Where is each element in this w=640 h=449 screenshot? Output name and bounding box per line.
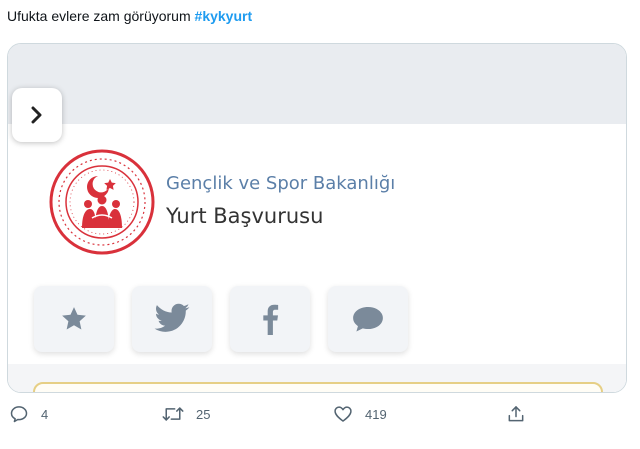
chevron-right-icon [31, 106, 42, 124]
tweet-action-bar: 4 25 419 [0, 404, 640, 434]
share-facebook-button[interactable] [230, 286, 310, 352]
share-button[interactable] [506, 404, 526, 424]
share-icon [508, 406, 524, 422]
favorite-button[interactable] [34, 286, 114, 352]
retweet-icon [162, 407, 184, 421]
ministry-name: Gençlik ve Spor Bakanlığı [166, 173, 396, 194]
hashtag-link[interactable]: #kykyurt [195, 8, 253, 24]
star-icon [62, 307, 86, 330]
comment-icon [353, 306, 383, 332]
facebook-icon [263, 304, 279, 335]
tweet-text: Ufukta evlere zam görüyorum #kykyurt [7, 8, 252, 24]
comment-button[interactable] [328, 286, 408, 352]
retweet-button[interactable]: 25 [162, 404, 210, 424]
expand-button[interactable] [12, 88, 62, 142]
notice-box [33, 382, 603, 392]
link-preview-card[interactable]: Gençlik ve Spor Bakanlığı Yurt Başvurusu [7, 43, 627, 393]
twitter-icon [154, 303, 190, 332]
service-title: Yurt Başvurusu [166, 204, 324, 228]
heart-icon [334, 406, 352, 422]
retweet-count: 25 [196, 406, 211, 422]
reply-button[interactable]: 4 [9, 404, 48, 424]
like-button[interactable]: 419 [333, 404, 387, 424]
reply-icon [10, 406, 28, 423]
like-count: 419 [365, 406, 387, 422]
reply-count: 4 [41, 406, 49, 422]
ministry-logo [49, 149, 155, 255]
share-twitter-button[interactable] [132, 286, 212, 352]
card-header-band [8, 44, 626, 124]
tweet-body: Ufukta evlere zam görüyorum [7, 8, 191, 24]
